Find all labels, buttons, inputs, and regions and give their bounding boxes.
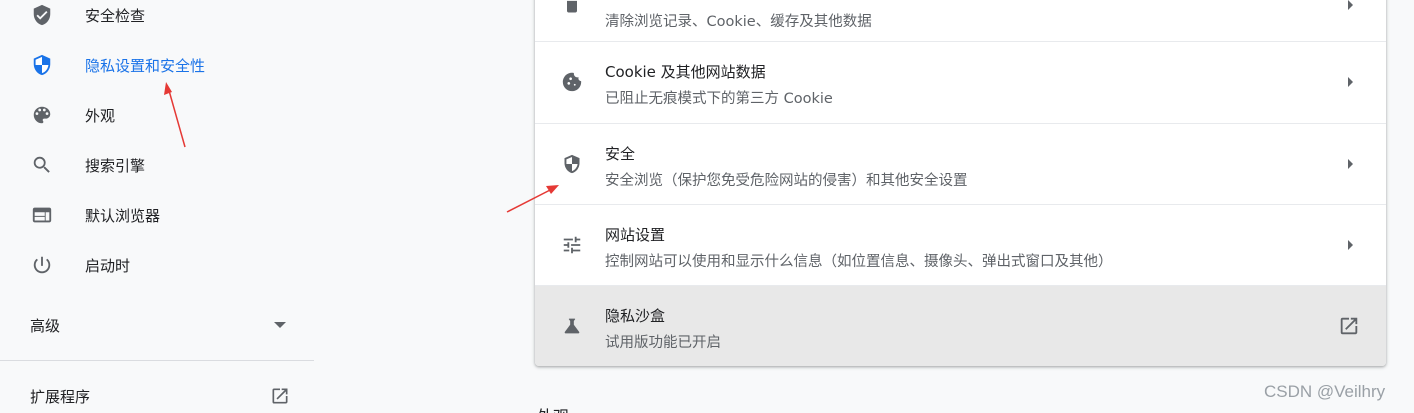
next-section-heading: 外观 (537, 403, 569, 413)
row-title: 安全 (605, 145, 636, 163)
cookies-row[interactable]: Cookie 及其他网站数据 已阻止无痕模式下的第三方 Cookie (535, 41, 1386, 122)
chevron-right-icon (1340, 235, 1360, 255)
open-in-new-icon[interactable] (268, 384, 292, 408)
extensions-label: 扩展程序 (30, 387, 91, 406)
sidebar-item-label: 搜索引擎 (85, 156, 146, 175)
chevron-right-icon (1340, 0, 1360, 15)
privacy-sandbox-row[interactable]: 隐私沙盒 试用版功能已开启 (535, 285, 1386, 366)
advanced-label: 高级 (30, 316, 61, 335)
open-in-new-icon (1338, 315, 1360, 337)
sidebar-item-label: 外观 (85, 106, 116, 125)
security-row[interactable]: 安全 安全浏览（保护您免受危险网站的侵害）和其他安全设置 (535, 123, 1386, 204)
row-subtitle: 控制网站可以使用和显示什么信息（如位置信息、摄像头、弹出式窗口及其他） (605, 254, 1113, 270)
row-subtitle: 清除浏览记录、Cookie、缓存及其他数据 (605, 14, 872, 30)
browser-window-icon (30, 203, 54, 227)
sidebar-item-label: 默认浏览器 (85, 206, 161, 225)
trash-icon (560, 0, 584, 17)
settings-sidebar: 安全检查 隐私设置和安全性 外观 搜索引擎 默认浏览器 启动时 高级 扩展程序 (0, 0, 314, 413)
power-icon (30, 253, 54, 277)
search-icon (30, 153, 54, 177)
sidebar-item-label: 安全检查 (85, 6, 146, 25)
chevron-right-icon (1340, 154, 1360, 174)
sidebar-item-label: 隐私设置和安全性 (85, 56, 206, 75)
sidebar-item-search-engine[interactable]: 搜索引擎 (0, 143, 314, 187)
triangle-down-icon (268, 313, 292, 337)
site-settings-row[interactable]: 网站设置 控制网站可以使用和显示什么信息（如位置信息、摄像头、弹出式窗口及其他） (535, 204, 1386, 285)
sidebar-item-label: 启动时 (85, 256, 131, 275)
row-title: 网站设置 (605, 226, 666, 244)
cookie-icon (560, 70, 584, 94)
row-title: Cookie 及其他网站数据 (605, 63, 766, 81)
sidebar-item-extensions[interactable]: 扩展程序 (0, 374, 314, 413)
sidebar-item-on-startup[interactable]: 启动时 (0, 243, 314, 287)
sidebar-divider (0, 360, 314, 361)
sidebar-item-privacy-security[interactable]: 隐私设置和安全性 (0, 43, 314, 87)
sidebar-item-appearance[interactable]: 外观 (0, 93, 314, 137)
flask-icon (560, 314, 584, 338)
shield-privacy-icon (30, 53, 54, 77)
palette-icon (30, 103, 54, 127)
clear-browsing-data-row[interactable]: 清除浏览记录、Cookie、缓存及其他数据 (535, 0, 1386, 46)
row-subtitle: 已阻止无痕模式下的第三方 Cookie (605, 91, 833, 107)
sidebar-item-safety-check[interactable]: 安全检查 (0, 0, 314, 37)
tune-sliders-icon (560, 233, 584, 257)
row-title: 隐私沙盒 (605, 307, 666, 325)
row-subtitle: 安全浏览（保护您免受危险网站的侵害）和其他安全设置 (605, 173, 968, 189)
watermark: CSDN @Veilhry (1264, 382, 1386, 401)
security-shield-icon (560, 152, 584, 176)
row-subtitle: 试用版功能已开启 (605, 335, 721, 351)
shield-check-icon (30, 3, 54, 27)
privacy-security-card: 清除浏览记录、Cookie、缓存及其他数据 Cookie 及其他网站数据 已阻止… (535, 0, 1386, 366)
chevron-right-icon (1340, 72, 1360, 92)
sidebar-item-default-browser[interactable]: 默认浏览器 (0, 193, 314, 237)
sidebar-advanced-toggle[interactable]: 高级 (0, 303, 314, 347)
